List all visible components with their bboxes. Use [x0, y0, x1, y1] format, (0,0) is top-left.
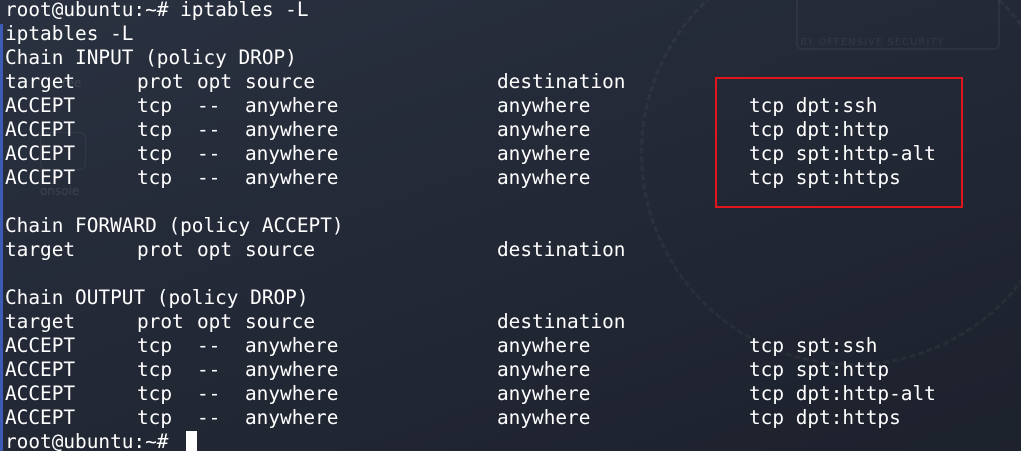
column-header-source: source — [245, 238, 316, 261]
column-header-target: target — [5, 310, 76, 333]
column-header-prot: prot — [137, 238, 184, 261]
rule-target: ACCEPT — [5, 94, 76, 117]
input-rule-row: ACCEPT tcp -- anywhere anywhere tcp spt:… — [5, 166, 901, 190]
rule-options: -- — [197, 334, 221, 357]
rule-options: -- — [197, 358, 221, 381]
column-header-destination: destination — [497, 70, 626, 93]
column-header-source: source — [245, 70, 316, 93]
command-prompt-line: root@ubuntu:~# iptables -L — [5, 0, 309, 21]
rule-protocol: tcp — [137, 358, 173, 381]
rule-target: ACCEPT — [5, 406, 76, 429]
chain-output-columns: target prot opt source destination — [5, 310, 625, 334]
input-rule-row: ACCEPT tcp -- anywhere anywhere tcp dpt:… — [5, 94, 877, 118]
rule-match: tcp spt:ssh — [749, 334, 878, 357]
column-header-opt: opt — [197, 310, 233, 333]
input-rule-row: ACCEPT tcp -- anywhere anywhere tcp dpt:… — [5, 118, 889, 142]
column-header-source: source — [245, 310, 316, 333]
rule-source: anywhere — [245, 94, 339, 117]
rule-protocol: tcp — [137, 94, 173, 117]
rule-options: -- — [197, 406, 221, 429]
output-rule-row: ACCEPT tcp -- anywhere anywhere tcp spt:… — [5, 334, 877, 358]
rule-destination: anywhere — [497, 406, 591, 429]
rule-destination: anywhere — [497, 358, 591, 381]
rule-options: -- — [197, 382, 221, 405]
background-logo-text: BY OFFENSIVE SECURITY — [800, 37, 945, 48]
terminal-left-accent-bar — [0, 24, 3, 451]
rule-target: ACCEPT — [5, 142, 76, 165]
rule-source: anywhere — [245, 406, 339, 429]
chain-input-header: Chain INPUT (policy DROP) — [5, 46, 297, 69]
rule-target: ACCEPT — [5, 166, 76, 189]
rule-target: ACCEPT — [5, 382, 76, 405]
rule-target: ACCEPT — [5, 334, 76, 357]
rule-options: -- — [197, 94, 221, 117]
rule-options: -- — [197, 142, 221, 165]
output-rule-row: ACCEPT tcp -- anywhere anywhere tcp dpt:… — [5, 382, 936, 406]
column-header-opt: opt — [197, 70, 233, 93]
column-header-target: target — [5, 70, 76, 93]
rule-protocol: tcp — [137, 382, 173, 405]
rule-source: anywhere — [245, 334, 339, 357]
column-header-destination: destination — [497, 310, 626, 333]
rule-source: anywhere — [245, 166, 339, 189]
input-rule-row: ACCEPT tcp -- anywhere anywhere tcp spt:… — [5, 142, 936, 166]
rule-protocol: tcp — [137, 406, 173, 429]
rule-match: tcp dpt:https — [749, 406, 901, 429]
output-rule-row: ACCEPT tcp -- anywhere anywhere tcp dpt:… — [5, 406, 901, 430]
chain-forward-columns: target prot opt source destination — [5, 238, 625, 262]
rule-target: ACCEPT — [5, 358, 76, 381]
rule-protocol: tcp — [137, 334, 173, 357]
rule-source: anywhere — [245, 142, 339, 165]
rule-destination: anywhere — [497, 334, 591, 357]
rule-options: -- — [197, 118, 221, 141]
rule-destination: anywhere — [497, 118, 591, 141]
output-rule-row: ACCEPT tcp -- anywhere anywhere tcp spt:… — [5, 358, 889, 382]
column-header-prot: prot — [137, 70, 184, 93]
rule-match: tcp dpt:http-alt — [749, 382, 936, 405]
rule-destination: anywhere — [497, 94, 591, 117]
rule-source: anywhere — [245, 382, 339, 405]
rule-destination: anywhere — [497, 142, 591, 165]
rule-protocol: tcp — [137, 142, 173, 165]
column-header-destination: destination — [497, 238, 626, 261]
column-header-prot: prot — [137, 310, 184, 333]
chain-output-header: Chain OUTPUT (policy DROP) — [5, 286, 309, 309]
rule-target: ACCEPT — [5, 118, 76, 141]
rule-destination: anywhere — [497, 382, 591, 405]
rule-match: tcp spt:http — [749, 358, 890, 381]
command-echo-line: iptables -L — [5, 22, 134, 45]
rule-protocol: tcp — [137, 118, 173, 141]
terminal-window[interactable]: BY OFFENSIVE SECURITY ree onsole root@ub… — [0, 0, 1021, 451]
rule-destination: anywhere — [497, 166, 591, 189]
rule-options: -- — [197, 166, 221, 189]
highlight-annotation-box — [715, 77, 963, 208]
column-header-target: target — [5, 238, 76, 261]
command-prompt-line[interactable]: root@ubuntu:~# — [5, 430, 168, 451]
text-cursor — [186, 431, 197, 451]
rule-source: anywhere — [245, 358, 339, 381]
rule-source: anywhere — [245, 118, 339, 141]
column-header-opt: opt — [197, 238, 233, 261]
rule-protocol: tcp — [137, 166, 173, 189]
chain-forward-header: Chain FORWARD (policy ACCEPT) — [5, 214, 344, 237]
chain-input-columns: target prot opt source destination — [5, 70, 625, 94]
